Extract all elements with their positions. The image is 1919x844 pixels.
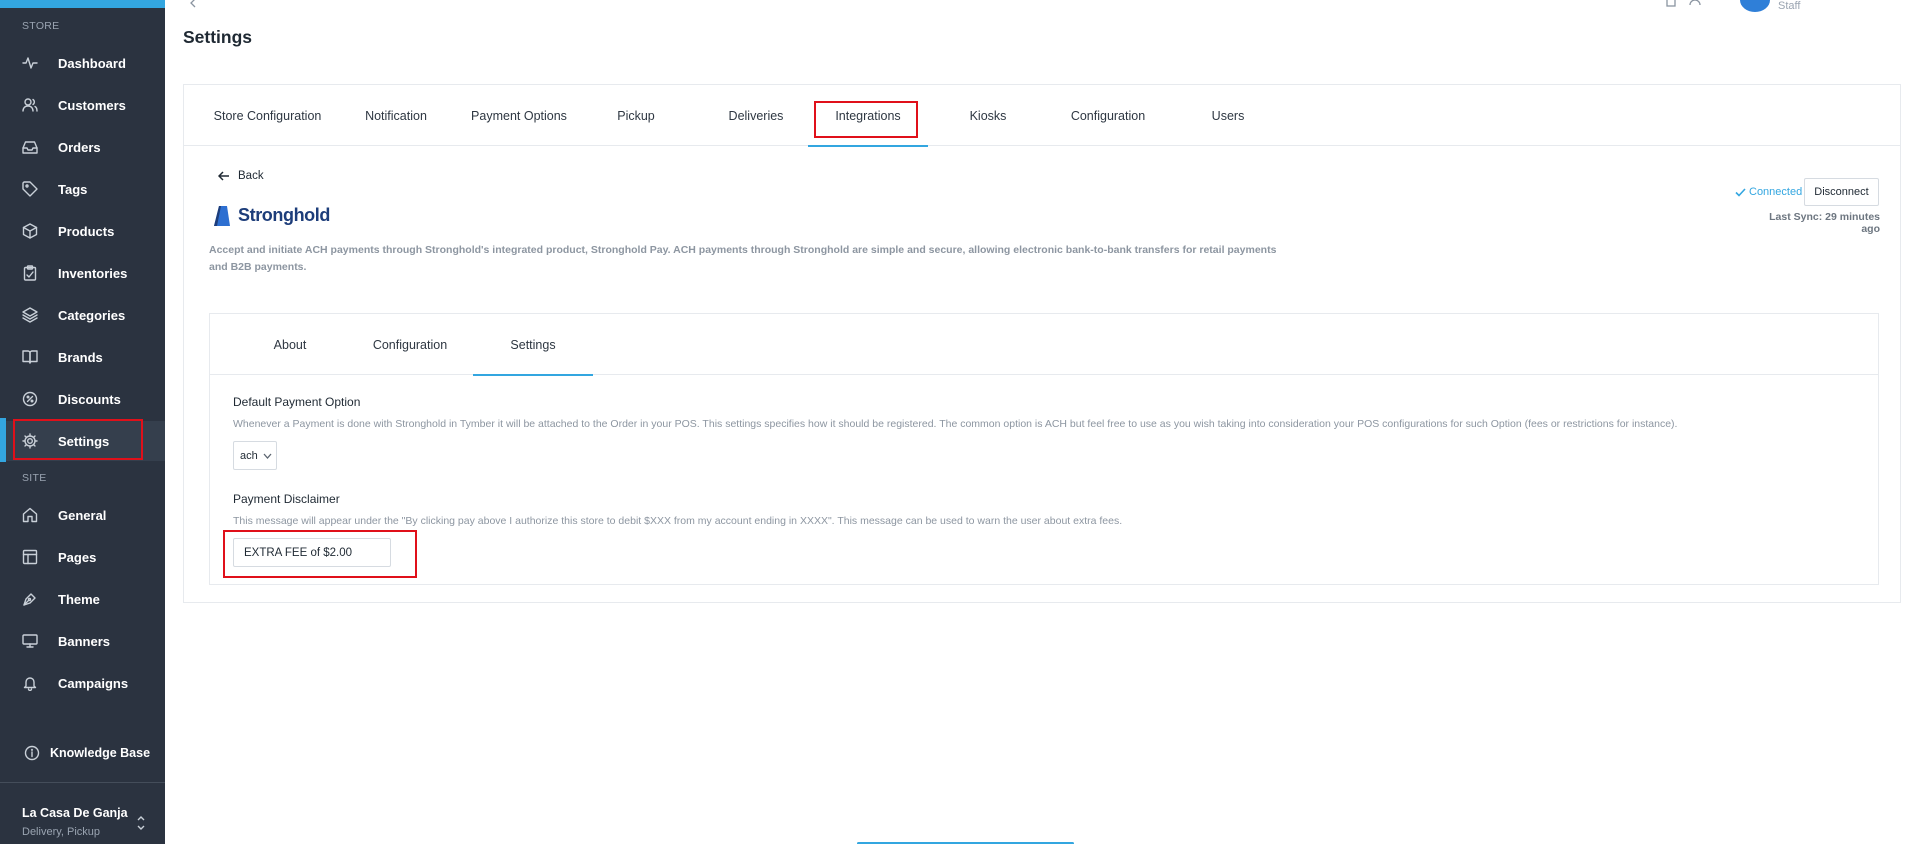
sidebar-item-label: Knowledge Base: [50, 746, 151, 760]
sidebar-item-label: Orders: [58, 139, 101, 155]
section-label-site: SITE: [22, 472, 47, 484]
sidebar-item-label: Campaigns: [58, 675, 129, 691]
sidebar-item-inventories[interactable]: Inventories: [0, 253, 165, 293]
sidebar-top-accent: [0, 0, 165, 8]
status-label: Connected: [1749, 186, 1803, 198]
sidebar-item-label: Products: [58, 223, 115, 239]
disconnect-button[interactable]: Disconnect: [1804, 178, 1879, 206]
layers-icon: [22, 307, 38, 323]
sidebar-item-label: Tags: [58, 181, 88, 197]
sidebar: STORE Dashboard Customers Orders Tags Pr…: [0, 0, 165, 844]
sidebar-item-label: Dashboard: [58, 55, 126, 71]
tab-kiosks[interactable]: Kiosks: [928, 85, 1048, 146]
tab-notification[interactable]: Notification: [346, 85, 446, 146]
sidebar-item-discounts[interactable]: Discounts: [0, 379, 165, 419]
settings-tabs: Store Configuration Notification Payment…: [184, 85, 1900, 147]
tab-users[interactable]: Users: [1168, 85, 1288, 146]
select-value: ach: [240, 449, 258, 462]
store-name[interactable]: La Casa De Ganja: [22, 806, 128, 820]
sidebar-item-label: Customers: [58, 97, 126, 113]
payment-disclaimer-help: This message will appear under the "By c…: [233, 515, 1123, 527]
sidebar-item-knowledge-base[interactable]: Knowledge Base: [0, 733, 165, 773]
last-sync: Last Sync: 29 minutes ago: [1769, 211, 1880, 235]
home-icon: [22, 507, 38, 523]
sidebar-item-products[interactable]: Products: [0, 211, 165, 251]
tab-pickup[interactable]: Pickup: [576, 85, 696, 146]
grid-icon[interactable]: [1664, 0, 1678, 8]
back-link[interactable]: Back: [218, 170, 264, 182]
stronghold-logo-mark-icon: [214, 205, 230, 226]
bell-icon: [22, 675, 38, 691]
sidebar-item-label: Theme: [58, 591, 100, 607]
store-fulfillment: Delivery, Pickup: [22, 826, 101, 838]
inbox-icon: [22, 139, 38, 155]
users-icon: [22, 97, 38, 113]
tag-icon: [22, 181, 38, 197]
check-icon: [1735, 187, 1746, 197]
settings-card: Store Configuration Notification Payment…: [183, 84, 1901, 603]
sidebar-item-tags[interactable]: Tags: [0, 169, 165, 209]
sidebar-item-general[interactable]: General: [0, 495, 165, 535]
activity-icon: [22, 55, 38, 71]
default-payment-select[interactable]: ach: [233, 441, 277, 470]
integration-detail-card: About Configuration Settings Default Pay…: [209, 313, 1879, 585]
sidebar-item-brands[interactable]: Brands: [0, 337, 165, 377]
sidebar-item-label: Brands: [58, 349, 103, 365]
sidebar-item-label: Pages: [58, 549, 97, 565]
integration-name: Stronghold: [238, 205, 330, 225]
clipboard-icon: [22, 265, 38, 281]
tab-integration-settings[interactable]: Settings: [473, 314, 593, 376]
sidebar-item-customers[interactable]: Customers: [0, 85, 165, 125]
sidebar-item-settings[interactable]: Settings: [0, 421, 165, 461]
sidebar-item-categories[interactable]: Categories: [0, 295, 165, 335]
user-role: Staff: [1778, 0, 1801, 12]
sidebar-item-label: Categories: [58, 307, 126, 323]
tab-integration-configuration[interactable]: Configuration: [350, 314, 470, 375]
gear-icon: [22, 433, 38, 449]
payment-disclaimer-label: Payment Disclaimer: [233, 492, 340, 506]
tab-store-configuration[interactable]: Store Configuration: [204, 85, 331, 146]
tab-about[interactable]: About: [230, 314, 350, 375]
monitor-icon: [22, 633, 38, 649]
back-label: Back: [238, 170, 264, 182]
info-icon: [24, 745, 40, 761]
chevron-down-icon: [263, 453, 272, 459]
pen-tool-icon: [22, 591, 38, 607]
tab-payment-options[interactable]: Payment Options: [454, 85, 584, 146]
default-payment-help: Whenever a Payment is done with Strongho…: [233, 418, 1678, 430]
section-label-store: STORE: [22, 20, 60, 32]
tab-integrations[interactable]: Integrations: [808, 85, 928, 147]
sidebar-item-label: General: [58, 507, 107, 523]
integration-description: Accept and initiate ACH payments through…: [209, 244, 1277, 273]
active-indicator: [0, 418, 6, 462]
box-icon: [22, 223, 38, 239]
sidebar-item-label: Discounts: [58, 391, 121, 407]
default-payment-label: Default Payment Option: [233, 395, 361, 409]
divider: [0, 782, 165, 783]
sidebar-item-label: Settings: [58, 433, 110, 449]
stronghold-logo: Stronghold: [214, 205, 330, 226]
sidebar-item-orders[interactable]: Orders: [0, 127, 165, 167]
layout-icon: [22, 549, 38, 565]
sidebar-item-banners[interactable]: Banners: [0, 621, 165, 661]
sidebar-item-pages[interactable]: Pages: [0, 537, 165, 577]
arrow-left-icon: [218, 171, 229, 181]
back-arrow-icon[interactable]: [189, 0, 203, 8]
integration-tabs: About Configuration Settings: [210, 314, 1878, 376]
sidebar-item-label: Inventories: [58, 265, 128, 281]
sidebar-item-theme[interactable]: Theme: [0, 579, 165, 619]
chevron-up-down-icon[interactable]: [136, 813, 146, 833]
book-open-icon: [22, 349, 38, 365]
tab-configuration[interactable]: Configuration: [1048, 85, 1168, 146]
tab-deliveries[interactable]: Deliveries: [696, 85, 816, 146]
payment-disclaimer-input[interactable]: [233, 538, 391, 567]
page-title: Settings: [183, 27, 253, 47]
headset-icon[interactable]: [1688, 0, 1702, 8]
sidebar-item-dashboard[interactable]: Dashboard: [0, 43, 165, 83]
sidebar-item-campaigns[interactable]: Campaigns: [0, 663, 165, 703]
avatar[interactable]: [1740, 0, 1770, 12]
connection-status: Connected: [1735, 186, 1802, 198]
sidebar-item-label: Banners: [58, 633, 111, 649]
discount-icon: [22, 391, 38, 407]
